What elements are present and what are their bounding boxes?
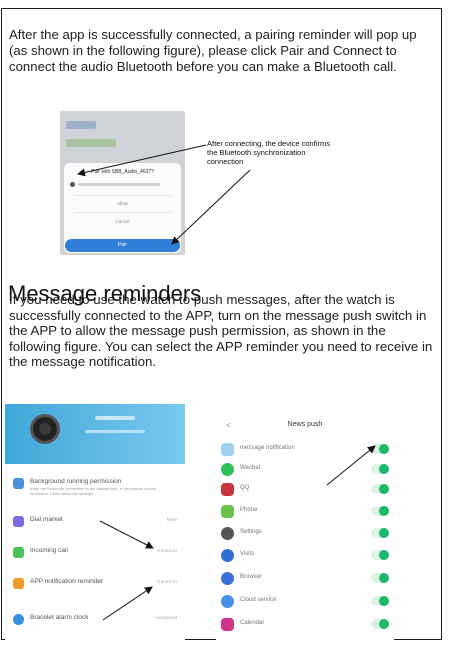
cancel-option[interactable]: Cancel [64, 219, 181, 224]
row-label: APP notification reminder [30, 578, 104, 585]
watch-icon [30, 414, 60, 444]
intro-paragraph: After the app is successfully connected,… [9, 27, 417, 74]
row-value: Unopened [156, 615, 177, 620]
phone-icon [13, 547, 24, 558]
toggle-switch[interactable] [371, 444, 389, 454]
notification-row: Visits [216, 546, 394, 568]
row-label: Browser [240, 574, 263, 580]
settings-row[interactable]: Background running permission Keep the B… [5, 470, 185, 498]
background-row [66, 121, 96, 129]
notification-row: Browser [216, 569, 394, 591]
toggle-switch[interactable] [371, 573, 389, 583]
notification-row: Calendar [216, 615, 394, 637]
qq-icon [221, 483, 234, 496]
row-label: message notification [240, 445, 295, 451]
allow-option[interactable]: Allow [64, 201, 181, 206]
row-label: Phone [240, 507, 258, 513]
row-label: Dial market [30, 516, 63, 523]
row-label: Cloud service [240, 597, 277, 603]
settings-row[interactable]: Incoming call Turned on [5, 539, 185, 567]
settings-row[interactable]: Bracelet alarm clock Unopened [5, 606, 185, 634]
checkbox-icon[interactable] [70, 182, 75, 187]
dialog-text-line [78, 183, 160, 186]
permission-icon [13, 478, 24, 489]
pair-button[interactable]: Pair [65, 239, 180, 252]
pairing-screenshot: Pair with SBB_Audio_4637? Allow Cancel P… [60, 111, 185, 255]
toggle-switch[interactable] [371, 619, 389, 629]
row-label: Incoming call [30, 547, 68, 554]
toggle-switch[interactable] [371, 550, 389, 560]
notification-row: Wechat [216, 460, 394, 482]
row-label: Settings [240, 529, 262, 535]
browser-icon [221, 572, 234, 585]
settings-row[interactable]: APP notification reminder Turned on [5, 570, 185, 598]
row-label: QQ [240, 485, 250, 491]
profile-header [5, 404, 185, 464]
header-text-placeholder [85, 430, 145, 433]
section-paragraph: If you need to use the watch to push mes… [9, 292, 433, 370]
app-settings-screenshot: Background running permission Keep the B… [5, 404, 185, 640]
screen-title: News push [287, 421, 323, 428]
row-label: Background running permission [30, 478, 122, 485]
visits-icon [221, 549, 234, 562]
toggle-switch[interactable] [371, 464, 389, 474]
toggle-switch[interactable] [371, 484, 389, 494]
row-label: Visits [240, 551, 255, 557]
toggle-switch[interactable] [371, 506, 389, 516]
notification-icon [13, 578, 24, 589]
news-push-screenshot: < News push message notification Wechat … [216, 418, 394, 640]
row-value: Turned on [156, 579, 177, 584]
settings-icon [221, 527, 234, 540]
notification-row: QQ [216, 480, 394, 502]
notification-row: Settings [216, 524, 394, 546]
row-label: Bracelet alarm clock [30, 614, 89, 621]
background-row [66, 139, 116, 147]
row-sublabel: Keep the Bluetooth connection in the bac… [30, 486, 157, 496]
notification-row: Cloud service [216, 592, 394, 614]
row-value: Turned on [156, 548, 177, 553]
notification-row: Phone [216, 502, 394, 524]
alarm-clock-icon [13, 614, 24, 625]
dial-market-icon [13, 516, 24, 527]
row-label: Calendar [240, 620, 265, 626]
toggle-switch[interactable] [371, 528, 389, 538]
app-icon [221, 443, 234, 456]
cloud-service-icon [221, 595, 234, 608]
divider [74, 212, 171, 213]
header-text-placeholder [95, 416, 135, 420]
wechat-icon [221, 463, 234, 476]
calendar-icon [221, 618, 234, 631]
toggle-switch[interactable] [371, 596, 389, 606]
row-label: Wechat [240, 465, 261, 471]
phone-icon [221, 505, 234, 518]
notification-row: message notification [216, 440, 394, 462]
page: After the app is successfully connected,… [0, 0, 459, 646]
settings-row[interactable]: Dial market More [5, 508, 185, 536]
row-value: More [166, 517, 177, 522]
pairing-annotation: After connecting, the device confirms th… [207, 139, 330, 166]
dialog-title: Pair with SBB_Audio_4637? [91, 169, 154, 175]
divider [74, 195, 171, 196]
